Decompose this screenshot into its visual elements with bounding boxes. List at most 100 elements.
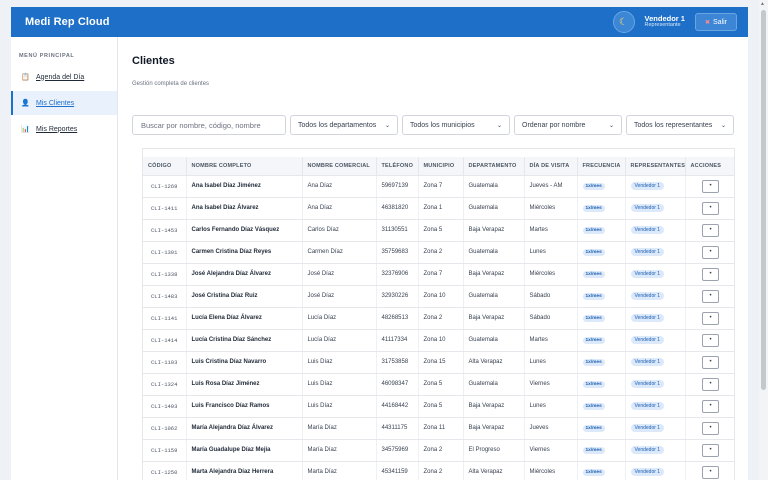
client-visit-day-cell: Lunes — [524, 241, 578, 264]
view-client-button[interactable]: • — [702, 399, 719, 413]
client-phone-cell: 46381820 — [376, 197, 419, 220]
client-municipality-cell: Zona 5 — [418, 395, 464, 418]
client-phone-cell: 35759683 — [376, 241, 419, 264]
sidebar-item-agenda[interactable]: 📋 Agenda del Día — [11, 65, 117, 89]
scroll-thumb[interactable] — [761, 10, 766, 390]
column-header[interactable]: CÓDIGO — [143, 157, 187, 176]
table-row[interactable]: CLI-1483 José Cristina Díaz Ruiz José Díaz… — [143, 285, 734, 308]
table-row[interactable]: CLI-1414 Lucía Cristina Díaz Sánchez Lucía… — [143, 329, 734, 352]
table-row[interactable]: CLI-1103 Luis Cristina Díaz Navarro Luis D… — [143, 351, 734, 374]
column-header[interactable]: MUNICIPIO — [418, 157, 464, 176]
client-trade-name-cell: Carmen Díaz — [302, 241, 377, 264]
client-municipality-cell: Zona 1 — [418, 197, 464, 220]
client-trade-name-cell: María Díaz — [302, 417, 377, 440]
client-department-cell: Guatemala — [463, 197, 525, 220]
view-client-button[interactable]: • — [702, 443, 719, 457]
column-header: ACCIONES — [685, 157, 734, 176]
eye-icon: • — [709, 469, 712, 475]
table-row[interactable]: CLI-1269 Ana Isabel Díaz Jiménez Ana Díaz 5… — [143, 175, 734, 198]
column-header[interactable]: NOMBRE COMPLETO — [186, 157, 303, 176]
client-visit-day-cell: Miércoles — [524, 461, 578, 480]
view-client-button[interactable]: • — [702, 267, 719, 281]
table-row[interactable]: CLI-1338 José Alejandra Díaz Álvarez José … — [143, 263, 734, 286]
client-representative-cell: Vendedor 1 — [625, 395, 686, 418]
column-header[interactable]: DÍA DE VISITA — [524, 157, 578, 176]
sidebar-item-reportes[interactable]: 📊 Mis Reportes — [11, 117, 117, 141]
column-header[interactable]: REPRESENTANTES — [625, 157, 686, 176]
frequency-badge: 1x/mes — [582, 270, 605, 278]
view-client-button[interactable]: • — [702, 245, 719, 259]
client-visit-day-cell: Lunes — [524, 395, 578, 418]
client-representative-cell: Vendedor 1 — [625, 285, 686, 308]
actions-cell: • — [685, 417, 734, 440]
sidebar-item-label: Mis Reportes — [36, 125, 78, 133]
eye-icon: • — [709, 337, 712, 343]
representative-select[interactable]: Todos los representantes ⌄ — [626, 115, 734, 135]
page-scrollbar[interactable]: ▲ — [759, 0, 768, 480]
view-client-button[interactable]: • — [702, 333, 719, 347]
department-select[interactable]: Todos los departamentos ⌄ — [290, 115, 398, 135]
client-phone-cell: 31753858 — [376, 351, 419, 374]
eye-icon: • — [709, 403, 712, 409]
client-department-cell: Alta Verapaz — [463, 351, 525, 374]
actions-cell: • — [685, 461, 734, 480]
user-role: Representante — [644, 22, 681, 29]
table-row[interactable]: CLI-1301 Carmen Cristina Díaz Reyes Carmen… — [143, 241, 734, 264]
client-frequency-cell: 1x/mes — [577, 461, 626, 480]
column-header[interactable]: NOMBRE COMERCIAL — [302, 157, 377, 176]
view-client-button[interactable]: • — [702, 355, 719, 369]
table-row[interactable]: CLI-1324 Luis Rosa Díaz Jiménez Luis Díaz 4… — [143, 373, 734, 396]
view-client-button[interactable]: • — [702, 311, 719, 325]
sidebar-item-clientes[interactable]: 👤 Mis Clientes — [11, 91, 117, 115]
column-header[interactable]: TELÉFONO — [376, 157, 419, 176]
representative-badge: Vendedor 1 — [630, 446, 665, 454]
view-client-button[interactable]: • — [702, 465, 719, 479]
view-client-button[interactable]: • — [702, 377, 719, 391]
table-row[interactable]: CLI-1250 Marta Alejandra Díaz Herrera Mart… — [143, 461, 734, 480]
client-full-name-cell: José Alejandra Díaz Álvarez — [186, 263, 303, 286]
client-municipality-cell: Zona 10 — [418, 285, 464, 308]
client-department-cell: Guatemala — [463, 241, 525, 264]
municipality-select[interactable]: Todos los municipios ⌄ — [402, 115, 510, 135]
view-client-button[interactable]: • — [702, 289, 719, 303]
view-client-button[interactable]: • — [702, 223, 719, 237]
client-visit-day-cell: Viernes — [524, 439, 578, 462]
client-municipality-cell: Zona 7 — [418, 175, 464, 198]
eye-icon: • — [709, 205, 712, 211]
client-municipality-cell: Zona 11 — [418, 417, 464, 440]
column-header[interactable]: FRECUENCIA — [577, 157, 626, 176]
column-header[interactable]: DEPARTAMENTO — [463, 157, 525, 176]
logout-button[interactable]: ✖ Salir — [694, 13, 737, 31]
representative-badge: Vendedor 1 — [630, 424, 665, 432]
client-full-name-cell: María Guadalupe Díaz Mejía — [186, 439, 303, 462]
sort-select[interactable]: Ordenar por nombre ⌄ — [514, 115, 622, 135]
client-frequency-cell: 1x/mes — [577, 329, 626, 352]
client-phone-cell: 45341159 — [376, 461, 419, 480]
view-client-button[interactable]: • — [702, 179, 719, 193]
view-client-button[interactable]: • — [702, 201, 719, 215]
representative-badge: Vendedor 1 — [630, 468, 665, 476]
actions-cell: • — [685, 197, 734, 220]
clients-table: CÓDIGO NOMBRE COMPLETO NOMBRE COMERCIAL … — [143, 157, 734, 480]
table-row[interactable]: CLI-1062 María Alejandra Díaz Álvarez Marí… — [143, 417, 734, 440]
client-code-cell: CLI-1269 — [143, 175, 187, 198]
table-row[interactable]: CLI-1141 Lucía Elena Díaz Álvarez Lucía Dí… — [143, 307, 734, 330]
view-client-button[interactable]: • — [702, 421, 719, 435]
table-row[interactable]: CLI-1403 Luis Francisco Díaz Ramos Luis Dí… — [143, 395, 734, 418]
frequency-badge: 1x/mes — [582, 402, 605, 410]
representative-badge: Vendedor 1 — [630, 204, 665, 212]
eye-icon: • — [709, 447, 712, 453]
page-subtitle: Gestión completa de clientes — [132, 81, 210, 87]
table-row[interactable]: CLI-1411 Ana Isabel Díaz Álvarez Ana Díaz 4… — [143, 197, 734, 220]
client-frequency-cell: 1x/mes — [577, 241, 626, 264]
client-frequency-cell: 1x/mes — [577, 373, 626, 396]
client-trade-name-cell: Lucía Díaz — [302, 329, 377, 352]
actions-cell: • — [685, 175, 734, 198]
table-row[interactable]: CLI-1159 María Guadalupe Díaz Mejía María … — [143, 439, 734, 462]
moon-icon[interactable]: ☾ — [612, 11, 635, 33]
client-trade-name-cell: Luis Díaz — [302, 373, 377, 396]
search-input[interactable] — [132, 115, 286, 135]
chevron-down-icon: ⌄ — [608, 122, 614, 129]
scroll-up-icon[interactable]: ▲ — [760, 1, 765, 7]
table-row[interactable]: CLI-1453 Carlos Fernando Díaz Vásquez Carl… — [143, 219, 734, 242]
